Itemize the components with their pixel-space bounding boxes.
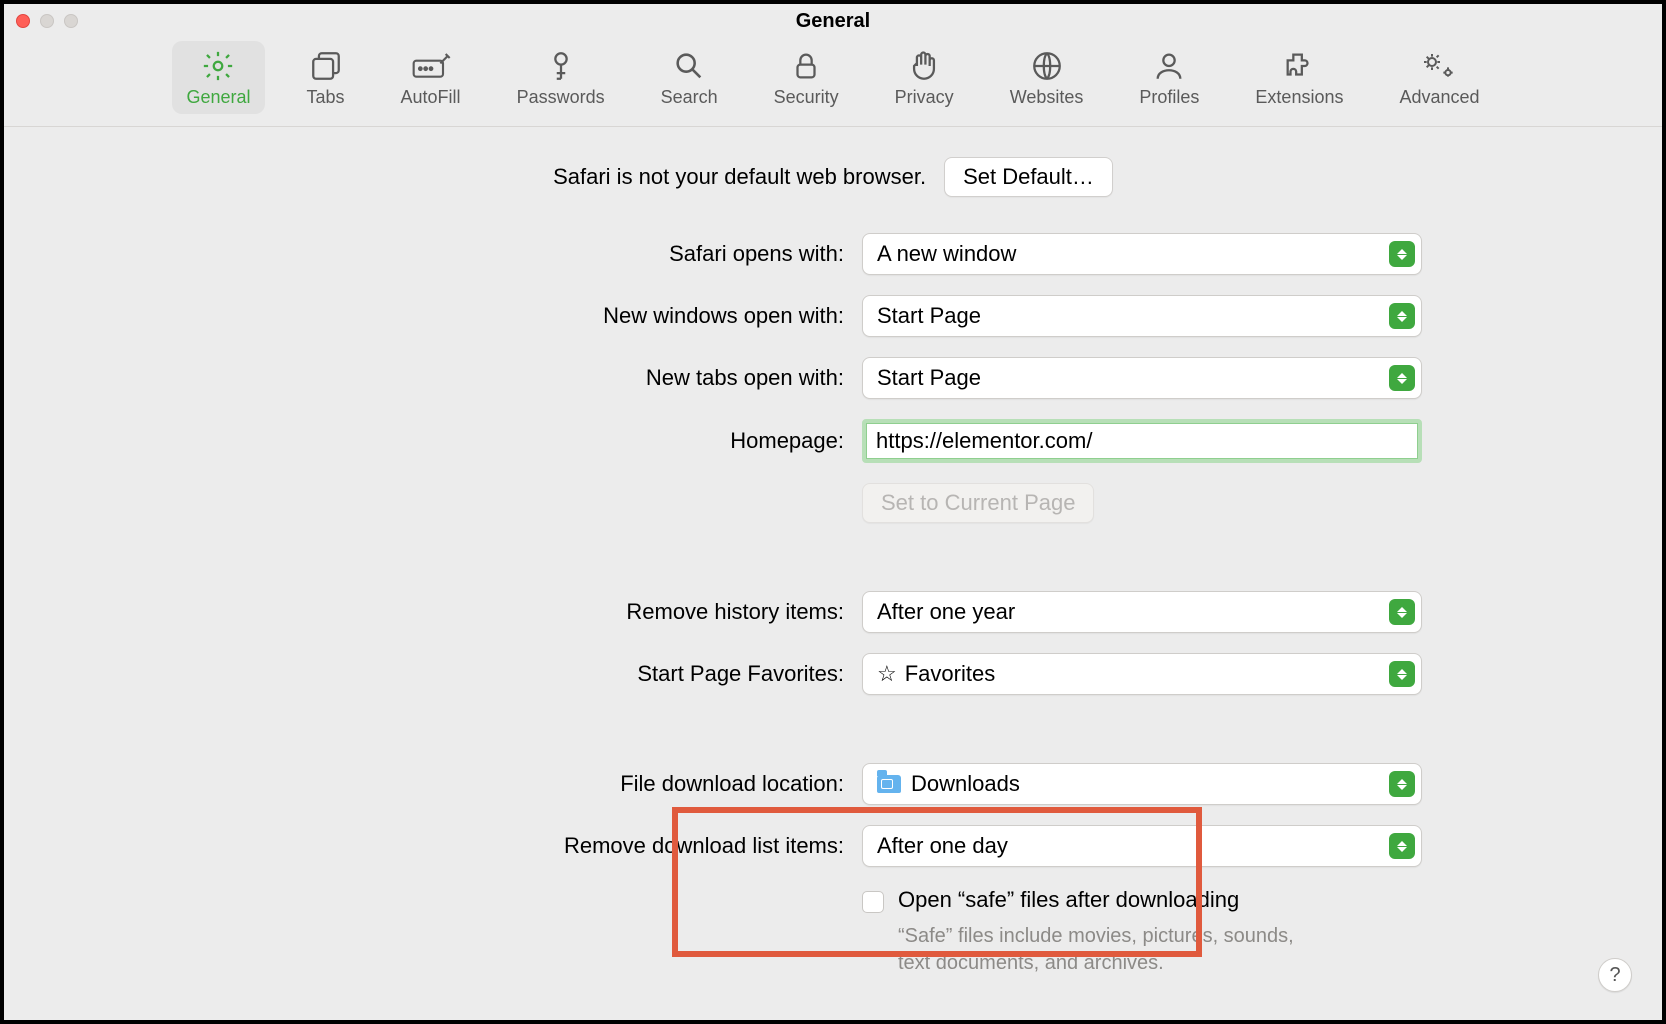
tab-profiles[interactable]: Profiles [1125, 41, 1213, 114]
tab-label: Search [661, 87, 718, 108]
set-default-button[interactable]: Set Default… [944, 157, 1113, 197]
set-current-page-button[interactable]: Set to Current Page [862, 483, 1094, 523]
favorites-label: Start Page Favorites: [244, 661, 844, 687]
tab-label: AutoFill [401, 87, 461, 108]
download-location-popup[interactable]: Downloads [862, 763, 1422, 805]
tab-label: Tabs [307, 87, 345, 108]
chevron-updown-icon [1389, 771, 1415, 797]
window-zoom-button[interactable] [64, 14, 78, 28]
remove-dl-popup[interactable]: After one day [862, 825, 1422, 867]
star-icon: ☆ [877, 661, 897, 687]
tab-label: Advanced [1399, 87, 1479, 108]
homepage-label: Homepage: [244, 428, 844, 454]
remove-history-value: After one year [877, 599, 1015, 625]
chevron-updown-icon [1389, 599, 1415, 625]
window-controls [16, 14, 78, 28]
favorites-value: Favorites [905, 661, 995, 687]
homepage-input[interactable] [862, 419, 1422, 463]
tab-label: Profiles [1139, 87, 1199, 108]
open-safe-description: “Safe” files include movies, pictures, s… [898, 923, 1328, 977]
opens-with-value: A new window [877, 241, 1016, 267]
tab-label: Websites [1010, 87, 1084, 108]
puzzle-icon [1282, 49, 1316, 83]
opens-with-popup[interactable]: A new window [862, 233, 1422, 275]
chevron-updown-icon [1389, 303, 1415, 329]
tab-label: General [186, 87, 250, 108]
window-minimize-button[interactable] [40, 14, 54, 28]
window-title: General [4, 4, 1662, 35]
tab-autofill[interactable]: AutoFill [387, 41, 475, 114]
help-icon: ? [1609, 964, 1620, 987]
download-location-label: File download location: [244, 771, 844, 797]
remove-dl-label: Remove download list items: [244, 833, 844, 859]
open-safe-checkbox[interactable] [862, 891, 884, 913]
remove-history-label: Remove history items: [244, 599, 844, 625]
favorites-popup[interactable]: ☆ Favorites [862, 653, 1422, 695]
tab-tabs[interactable]: Tabs [293, 41, 359, 114]
lock-icon [789, 49, 823, 83]
chevron-updown-icon [1389, 661, 1415, 687]
chevron-updown-icon [1389, 833, 1415, 859]
chevron-updown-icon [1389, 365, 1415, 391]
gears-icon [1420, 49, 1460, 83]
new-windows-value: Start Page [877, 303, 981, 329]
new-tabs-value: Start Page [877, 365, 981, 391]
new-tabs-label: New tabs open with: [244, 365, 844, 391]
folder-icon [877, 775, 901, 793]
remove-dl-value: After one day [877, 833, 1008, 859]
tab-label: Passwords [517, 87, 605, 108]
new-windows-popup[interactable]: Start Page [862, 295, 1422, 337]
new-windows-label: New windows open with: [244, 303, 844, 329]
preferences-toolbar: General Tabs Auto [4, 35, 1662, 127]
open-safe-row: Open “safe” files after downloading “Saf… [862, 887, 1422, 977]
tab-search[interactable]: Search [647, 41, 732, 114]
search-icon [672, 49, 706, 83]
hand-icon [907, 49, 941, 83]
default-browser-notice: Safari is not your default web browser. [553, 164, 926, 190]
profile-icon [1152, 49, 1186, 83]
open-safe-label: Open “safe” files after downloading [898, 887, 1328, 913]
tab-security[interactable]: Security [760, 41, 853, 114]
content-area: Safari is not your default web browser. … [4, 127, 1662, 1020]
tab-extensions[interactable]: Extensions [1241, 41, 1357, 114]
tab-advanced[interactable]: Advanced [1385, 41, 1493, 114]
tabs-icon [309, 49, 343, 83]
default-browser-row: Safari is not your default web browser. … [14, 157, 1652, 197]
tab-general[interactable]: General [172, 41, 264, 114]
remove-history-popup[interactable]: After one year [862, 591, 1422, 633]
chevron-updown-icon [1389, 241, 1415, 267]
settings-form: Safari opens with: A new window New wind… [14, 233, 1652, 977]
help-button[interactable]: ? [1598, 958, 1632, 992]
tab-privacy[interactable]: Privacy [881, 41, 968, 114]
gear-icon [201, 49, 235, 83]
key-icon [544, 49, 578, 83]
autofill-icon [411, 49, 451, 83]
tab-label: Security [774, 87, 839, 108]
window-close-button[interactable] [16, 14, 30, 28]
opens-with-label: Safari opens with: [244, 241, 844, 267]
tab-passwords[interactable]: Passwords [503, 41, 619, 114]
tab-websites[interactable]: Websites [996, 41, 1098, 114]
download-location-value: Downloads [911, 771, 1020, 797]
tab-label: Privacy [895, 87, 954, 108]
preferences-window: General General Tabs [0, 0, 1666, 1024]
new-tabs-popup[interactable]: Start Page [862, 357, 1422, 399]
globe-icon [1030, 49, 1064, 83]
tab-label: Extensions [1255, 87, 1343, 108]
